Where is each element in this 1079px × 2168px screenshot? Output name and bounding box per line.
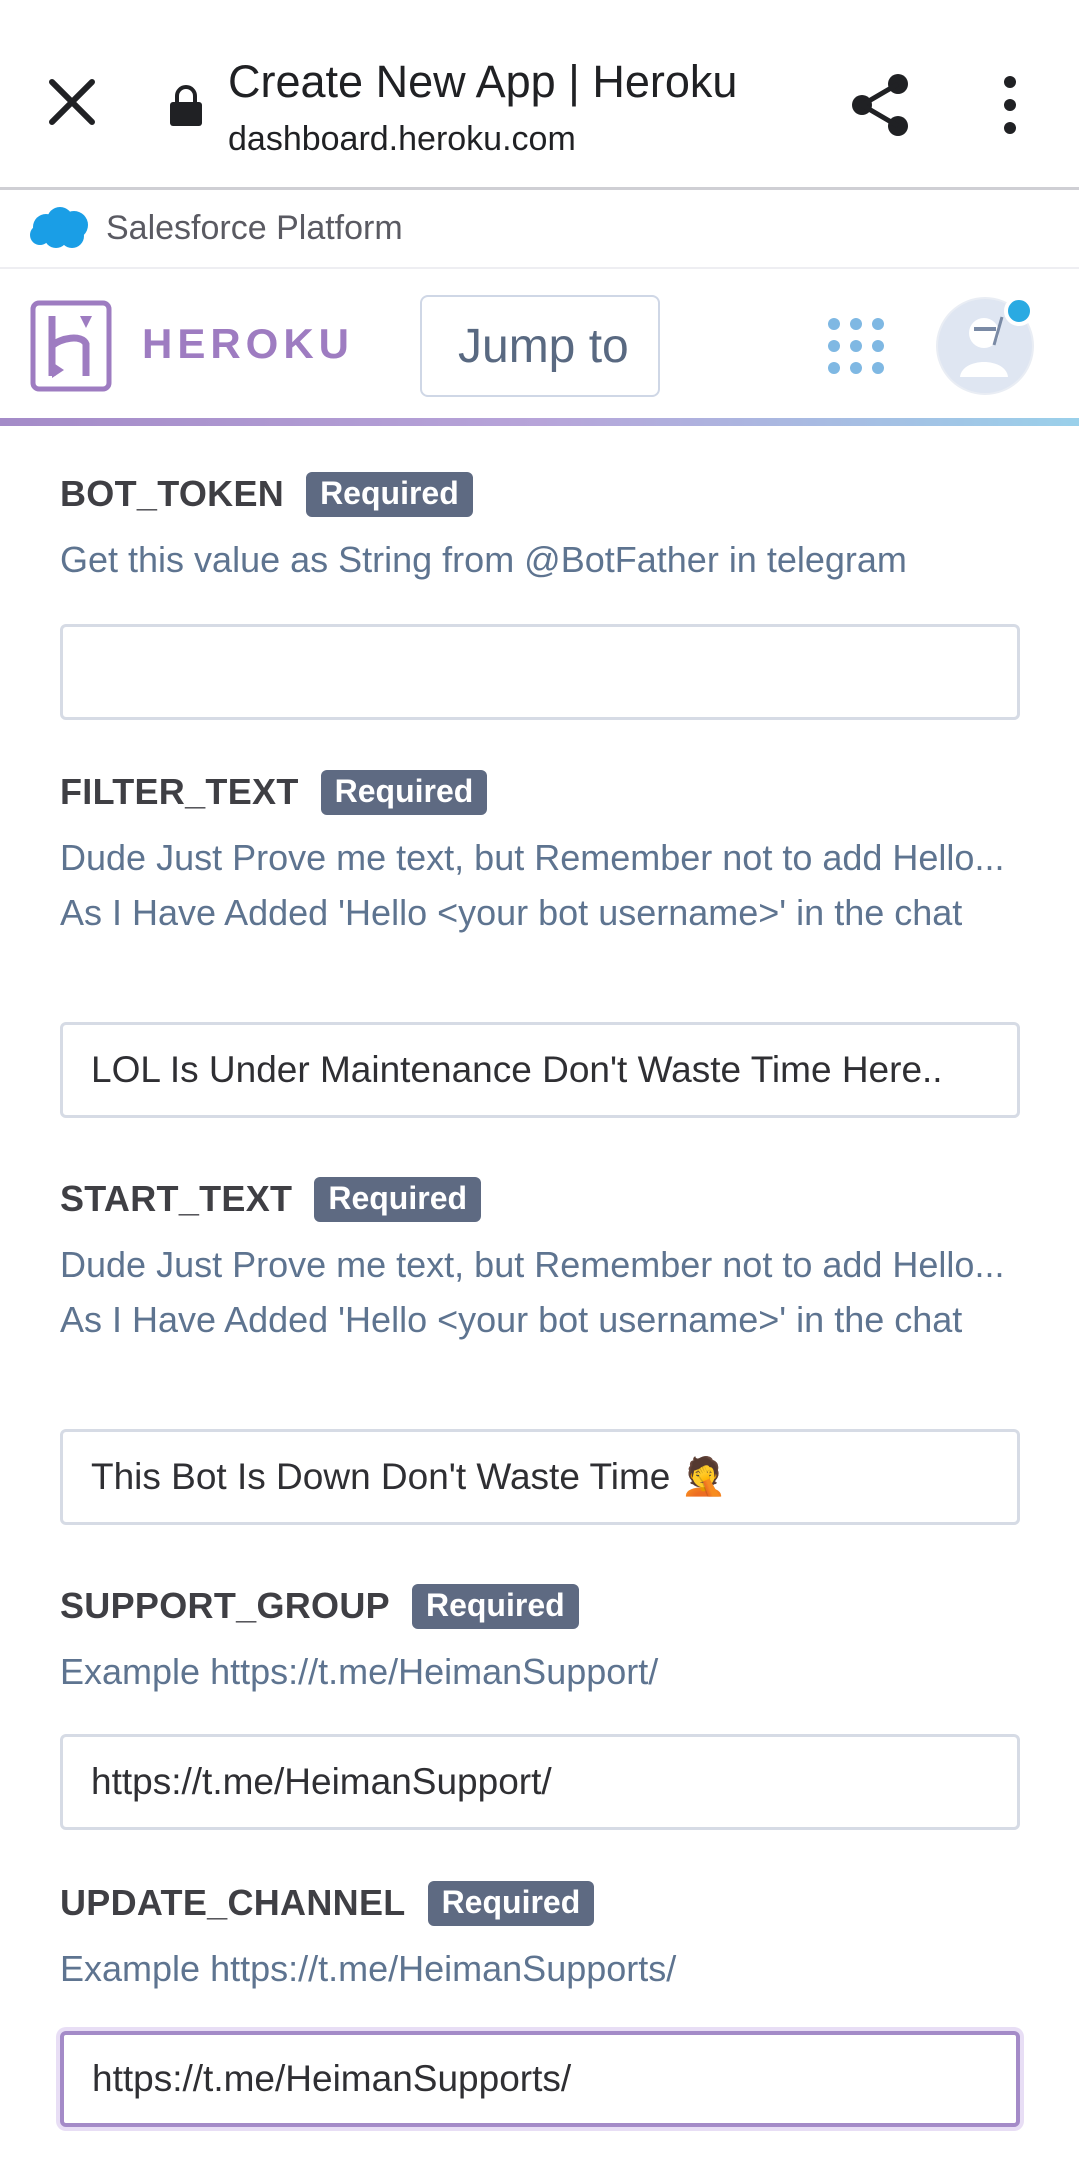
- field-label-row: START_TEXT Required: [60, 1175, 482, 1223]
- field-label-row: UPDATE_CHANNEL Required: [60, 1879, 595, 1927]
- heroku-logo-icon[interactable]: [30, 300, 112, 392]
- bot-token-input[interactable]: [60, 624, 1020, 720]
- update-channel-input[interactable]: [60, 2031, 1020, 2127]
- heroku-wordmark: HEROKU: [142, 320, 355, 367]
- browser-toolbar: Create New App | Heroku dashboard.heroku…: [0, 0, 1079, 190]
- field-description: Example https://t.me/HeimanSupport/: [60, 1651, 659, 1692]
- share-icon[interactable]: [848, 70, 914, 140]
- close-icon[interactable]: [40, 70, 104, 134]
- heroku-header: HEROKU: [0, 272, 1079, 422]
- field-name: START_TEXT: [60, 1178, 293, 1219]
- required-badge: Required: [320, 769, 488, 815]
- field-label-row: BOT_TOKEN Required: [60, 470, 473, 518]
- notification-dot: [1004, 296, 1034, 326]
- field-name: BOT_TOKEN: [60, 473, 285, 514]
- required-badge: Required: [314, 1176, 482, 1222]
- field-name: UPDATE_CHANNEL: [60, 1882, 406, 1923]
- more-vertical-icon[interactable]: [990, 72, 1030, 138]
- apps-grid-icon[interactable]: [826, 316, 886, 376]
- field-name: SUPPORT_GROUP: [60, 1585, 390, 1626]
- salesforce-platform-strip[interactable]: Salesforce Platform: [0, 193, 1079, 269]
- field-description: Dude Just Prove me text, but Remember no…: [60, 837, 1005, 933]
- field-label-row: SUPPORT_GROUP Required: [60, 1582, 579, 1630]
- lock-icon: [168, 84, 204, 128]
- salesforce-platform-label: Salesforce Platform: [106, 209, 403, 247]
- field-description: Dude Just Prove me text, but Remember no…: [60, 1244, 1005, 1340]
- start-text-input[interactable]: [60, 1429, 1020, 1525]
- salesforce-cloud-icon: [28, 205, 92, 251]
- page-url[interactable]: dashboard.heroku.com: [228, 120, 576, 159]
- page-title: Create New App | Heroku: [228, 56, 738, 107]
- support-group-input[interactable]: [60, 1734, 1020, 1830]
- field-description: Example https://t.me/HeimanSupports/: [60, 1948, 677, 1989]
- filter-text-input[interactable]: [60, 1022, 1020, 1118]
- field-name: FILTER_TEXT: [60, 771, 299, 812]
- jump-to-search-input[interactable]: [420, 295, 660, 397]
- field-label-row: FILTER_TEXT Required: [60, 768, 488, 816]
- field-description: Get this value as String from @BotFather…: [60, 539, 907, 580]
- header-accent-line: [0, 418, 1079, 426]
- required-badge: Required: [427, 1880, 595, 1926]
- required-badge: Required: [411, 1583, 579, 1629]
- required-badge: Required: [306, 471, 473, 517]
